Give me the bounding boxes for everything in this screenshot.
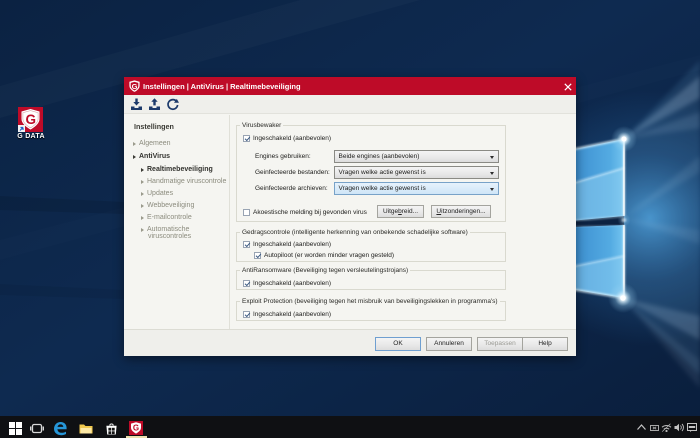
svg-text:G: G (25, 112, 36, 127)
svg-text:G: G (132, 82, 138, 91)
svg-text:G: G (133, 424, 139, 433)
